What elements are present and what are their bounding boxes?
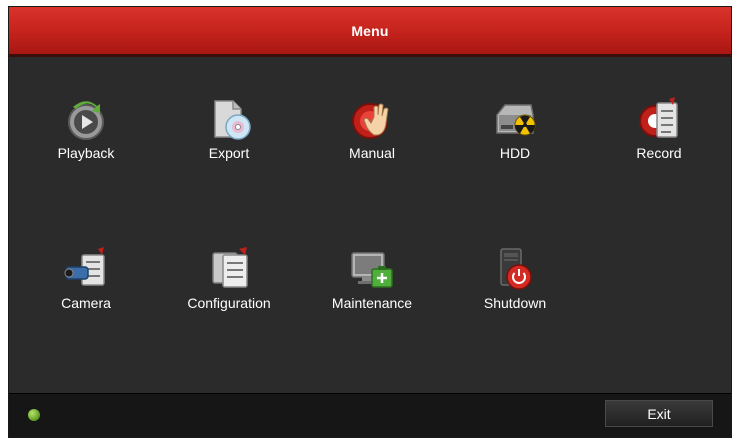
menu-item-shutdown[interactable]: Shutdown — [465, 245, 565, 345]
menu-item-playback[interactable]: Playback — [36, 95, 136, 195]
menu-item-label: Camera — [61, 295, 111, 311]
manual-record-hand-icon — [352, 103, 389, 139]
title-bar: Menu — [9, 7, 731, 57]
export-disc-icon — [214, 100, 251, 140]
exit-button[interactable]: Exit — [605, 400, 713, 427]
menu-item-export[interactable]: Export — [179, 95, 279, 195]
menu-item-label: Record — [636, 145, 682, 161]
menu-item-label: Configuration — [187, 295, 271, 311]
menu-grid: Playback Export Manual HDD Record Camera… — [9, 57, 731, 396]
window-title: Menu — [351, 22, 389, 39]
hdd-warning-icon — [496, 104, 536, 136]
shutdown-power-icon — [500, 248, 532, 290]
menu-item-configuration[interactable]: Configuration — [179, 245, 279, 345]
playback-icon — [68, 101, 104, 140]
status-bar: Exit — [9, 393, 731, 437]
menu-item-hdd[interactable]: HDD — [465, 95, 565, 195]
status-indicator-icon — [28, 409, 40, 421]
menu-item-record[interactable]: Record — [609, 95, 709, 195]
menu-item-manual[interactable]: Manual — [322, 95, 422, 195]
menu-window: Menu Playback Export Manual HDD Record C… — [8, 6, 732, 438]
menu-item-label: Export — [208, 145, 250, 161]
record-settings-icon — [639, 97, 678, 138]
menu-item-maintenance[interactable]: Maintenance — [322, 245, 422, 345]
menu-item-label: Playback — [57, 145, 115, 161]
camera-icon — [64, 247, 105, 286]
menu-item-camera[interactable]: Camera — [36, 245, 136, 345]
menu-item-label: HDD — [499, 145, 531, 161]
configuration-icon — [212, 247, 248, 288]
maintenance-monitor-icon — [351, 252, 393, 288]
menu-item-label: Shutdown — [483, 295, 547, 311]
menu-item-label: Maintenance — [331, 295, 413, 311]
menu-item-label: Manual — [349, 145, 395, 161]
